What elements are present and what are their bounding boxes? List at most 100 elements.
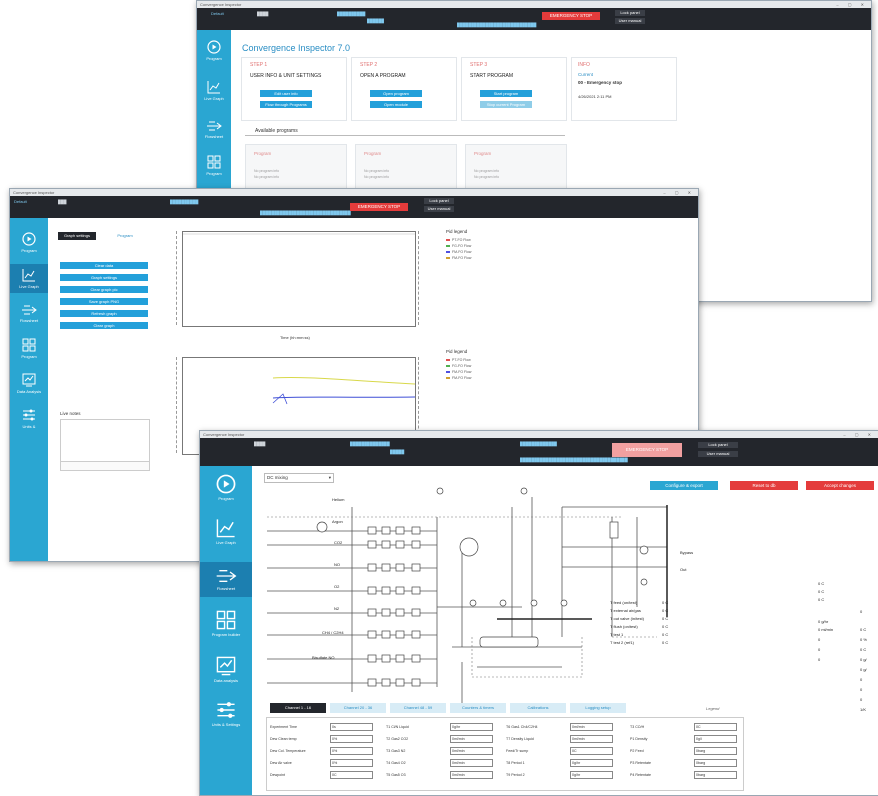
channel-value-field[interactable]: 0barg xyxy=(694,771,737,779)
sidebar-item-program[interactable]: Program xyxy=(197,40,231,61)
user-manual-button[interactable]: User manual xyxy=(698,451,738,457)
sidebar-item-program[interactable]: Program xyxy=(10,232,48,253)
flow-through-programs-button[interactable]: Flow through Programs xyxy=(260,101,312,108)
channel-value-field[interactable]: 0C xyxy=(570,747,613,755)
tab-calibrations[interactable]: Calibrations xyxy=(510,703,566,713)
clear-graph-button[interactable]: Clear graph xyxy=(60,322,148,329)
sidebar-item-live-graph[interactable]: Live Graph xyxy=(10,264,48,293)
sidebar-item-program-builder[interactable]: Program xyxy=(10,338,48,359)
legend-item[interactable]: FM-FO Flow xyxy=(446,370,492,374)
lock-panel-button[interactable]: Lock panel xyxy=(615,10,645,16)
start-program-button[interactable]: Start program xyxy=(480,90,532,97)
sidebar-item-data-analysis[interactable]: Data analysis xyxy=(200,656,252,683)
channel-value-field[interactable]: 0barg xyxy=(694,759,737,767)
accept-changes-button[interactable]: Accept changes xyxy=(806,481,874,490)
graph-top-y-axis xyxy=(170,231,177,325)
tab-logging-setup[interactable]: Logging setup xyxy=(570,703,626,713)
channel-value-field[interactable]: 0% xyxy=(330,747,373,755)
legend-item[interactable]: FM-FO Flow xyxy=(446,250,492,254)
program-card[interactable]: Program No program info No program info xyxy=(355,144,457,191)
channel-value-field[interactable]: 0ml/min xyxy=(450,771,493,779)
sidebar-item-flowsheet[interactable]: Flowsheet xyxy=(10,304,48,323)
graph-top[interactable] xyxy=(182,231,416,327)
program-card[interactable]: Program No program info No program info xyxy=(245,144,347,191)
graph-settings-button[interactable]: Graph settings xyxy=(60,274,148,281)
info-timestamp: 4/26/2021 2:11 PM xyxy=(578,94,612,99)
channel-value-field[interactable]: 0% xyxy=(330,735,373,743)
channel-value-field[interactable]: 0s xyxy=(330,723,373,731)
readout-value: 0 xyxy=(818,657,821,662)
lock-panel-button[interactable]: Lock panel xyxy=(424,198,454,204)
clear-data-button[interactable]: Clear data xyxy=(60,262,148,269)
tab-channel-48-59[interactable]: Channel 48 - 59 xyxy=(390,703,446,713)
channel-value-field[interactable]: 0ml/min xyxy=(450,735,493,743)
emergency-stop-button[interactable]: EMERGENCY STOP xyxy=(612,443,682,457)
lock-panel-button[interactable]: Lock panel xyxy=(698,442,738,448)
sidebar-item-units[interactable]: Units & xyxy=(10,408,48,429)
sidebar-item-program-builder[interactable]: Program xyxy=(197,155,231,176)
channel-value-field[interactable]: 0ml/min xyxy=(450,759,493,767)
emergency-stop-button[interactable]: EMERGENCY STOP xyxy=(350,203,408,211)
legend-item[interactable]: FM-FO Flow xyxy=(446,376,492,380)
tab-program[interactable]: Program xyxy=(110,232,140,240)
tab-channel-1-16[interactable]: Channel 1 - 16 xyxy=(270,703,326,713)
channel-value-field[interactable]: 0ml/min xyxy=(450,747,493,755)
legend-label: FM-FO Flow xyxy=(452,370,472,374)
readout-value: 0 xyxy=(860,677,863,682)
legend-swatch xyxy=(446,257,450,259)
stop-program-button[interactable]: Stop current Program xyxy=(480,101,532,108)
sidebar-item-data-analysis[interactable]: Data Analysis xyxy=(10,373,48,394)
legend-item[interactable]: FG-FO Flow xyxy=(446,244,492,248)
header-field: ██████████████████████████████████████ xyxy=(520,457,628,462)
program-card[interactable]: Program No program info No program info xyxy=(465,144,567,191)
sidebar-item-live-graph[interactable]: Live Graph xyxy=(200,518,252,545)
edit-user-info-button[interactable]: Edit user info xyxy=(260,90,312,97)
sidebar-item-live-graph[interactable]: Live Graph xyxy=(197,80,231,101)
window-controls[interactable]: – ▢ ✕ xyxy=(663,189,695,196)
legend-item[interactable]: FG-FO Flow xyxy=(446,364,492,368)
channel-value-field[interactable]: 0% xyxy=(330,759,373,767)
channel-value-field[interactable]: 0ml/min xyxy=(570,735,613,743)
tab-graph-settings[interactable]: Graph settings xyxy=(58,232,96,240)
sidebar-item-program-builder[interactable]: Program builder xyxy=(200,610,252,637)
sidebar-item-program[interactable]: Program xyxy=(200,474,252,501)
sidebar-item-flowsheet[interactable]: Flowsheet xyxy=(197,120,231,139)
reset-to-db-button[interactable]: Reset to db xyxy=(730,481,798,490)
clear-graph-pic-button[interactable]: Clear graph pic xyxy=(60,286,148,293)
emergency-stop-button[interactable]: EMERGENCY STOP xyxy=(542,12,600,20)
user-manual-button[interactable]: User manual xyxy=(615,18,645,24)
legend-item[interactable]: PT-FO Flow xyxy=(446,238,492,242)
refresh-graph-button[interactable]: Refresh graph xyxy=(60,310,148,317)
window-flowsheet: Convergence Inspector – ▢ ✕ ████ ████████… xyxy=(199,430,878,796)
channel-value-field[interactable]: 0g/hr xyxy=(450,723,493,731)
live-notes-footer[interactable] xyxy=(60,461,150,471)
legend-item[interactable]: PT-FO Flow xyxy=(446,358,492,362)
tab-channel-20-36[interactable]: Channel 20 - 36 xyxy=(330,703,386,713)
readout-value: 0 g/hr xyxy=(818,619,829,624)
save-graph-png-button[interactable]: Save graph PNG xyxy=(60,298,148,305)
open-program-button[interactable]: Open program xyxy=(370,90,422,97)
mixing-dropdown[interactable]: DC mixing ▾ xyxy=(264,473,334,483)
channel-value-field[interactable]: 0C xyxy=(694,723,737,731)
tab-counters-timers[interactable]: Counters & timers xyxy=(450,703,506,713)
chevron-down-icon: ▾ xyxy=(328,475,331,480)
legend-label: FM-FO Flow xyxy=(452,376,472,380)
open-module-button[interactable]: Open module xyxy=(370,101,422,108)
window-controls[interactable]: – ▢ ✕ xyxy=(836,1,868,8)
window-controls[interactable]: – ▢ ✕ xyxy=(843,431,875,438)
sidebar-item-flowsheet[interactable]: Flowsheet xyxy=(200,562,252,597)
legend-item[interactable]: FM-FO Flow xyxy=(446,256,492,260)
channel-value-field[interactable]: 0C xyxy=(330,771,373,779)
sidebar-item-units-settings[interactable]: Units & Settings xyxy=(200,700,252,727)
channel-value-field[interactable]: 0barg xyxy=(694,747,737,755)
channel-value-field[interactable]: 0g/hr xyxy=(570,759,613,767)
legend-swatch xyxy=(446,251,450,253)
channel-value-field[interactable]: 0g/l xyxy=(694,735,737,743)
channel-value-field[interactable]: 0ml/min xyxy=(570,723,613,731)
temp-value: 0 C xyxy=(662,616,669,621)
channel-value-field[interactable]: 0g/hr xyxy=(570,771,613,779)
sliders-icon xyxy=(23,409,35,421)
sidebar-label: Program xyxy=(21,248,37,253)
user-manual-button[interactable]: User manual xyxy=(424,206,454,212)
sidebar-label: Units & xyxy=(22,424,36,429)
